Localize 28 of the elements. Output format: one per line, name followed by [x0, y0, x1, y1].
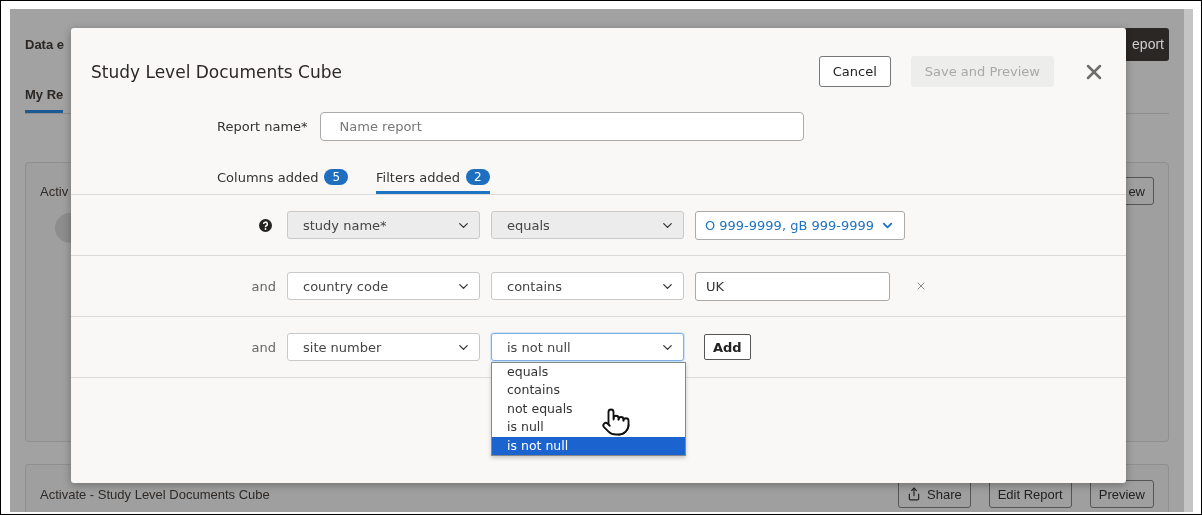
value-field[interactable]: UK [695, 271, 890, 301]
card-title: Activate - Study Level Documents Cube [40, 486, 270, 502]
card-title: Activ [40, 183, 69, 199]
share-icon [907, 487, 921, 501]
conjunction-label: and [250, 339, 276, 355]
tab[interactable]: Columns added 5 [217, 169, 349, 194]
report-button[interactable]: eport [1124, 27, 1169, 61]
remove-icon[interactable] [915, 280, 927, 292]
hand-cursor-icon [601, 407, 631, 437]
scrollbar[interactable] [1184, 9, 1193, 512]
tab[interactable]: Filters added 2 [376, 169, 490, 194]
count-badge: 5 [324, 169, 349, 185]
help-icon[interactable] [259, 218, 272, 232]
conjunction-label: and [250, 278, 276, 294]
dialog-button[interactable]: Cancel [818, 56, 891, 87]
dialog-title: Study Level Documents Cube [91, 61, 342, 82]
menu-option[interactable]: equals [492, 363, 685, 382]
field-label: Report name* [217, 119, 308, 134]
operator-select[interactable]: is not null [491, 333, 684, 361]
field-select[interactable]: site number [287, 333, 480, 361]
field-select[interactable]: country code [287, 272, 480, 300]
count-badge: 2 [465, 169, 490, 185]
add-button[interactable]: Add [704, 334, 751, 360]
report-name-field[interactable]: Name report [319, 112, 804, 141]
operator-select[interactable]: contains [491, 272, 684, 300]
page-title: Data e [25, 36, 65, 52]
card-button[interactable]: Preview [1089, 480, 1154, 508]
menu-option[interactable]: contains [492, 381, 685, 400]
